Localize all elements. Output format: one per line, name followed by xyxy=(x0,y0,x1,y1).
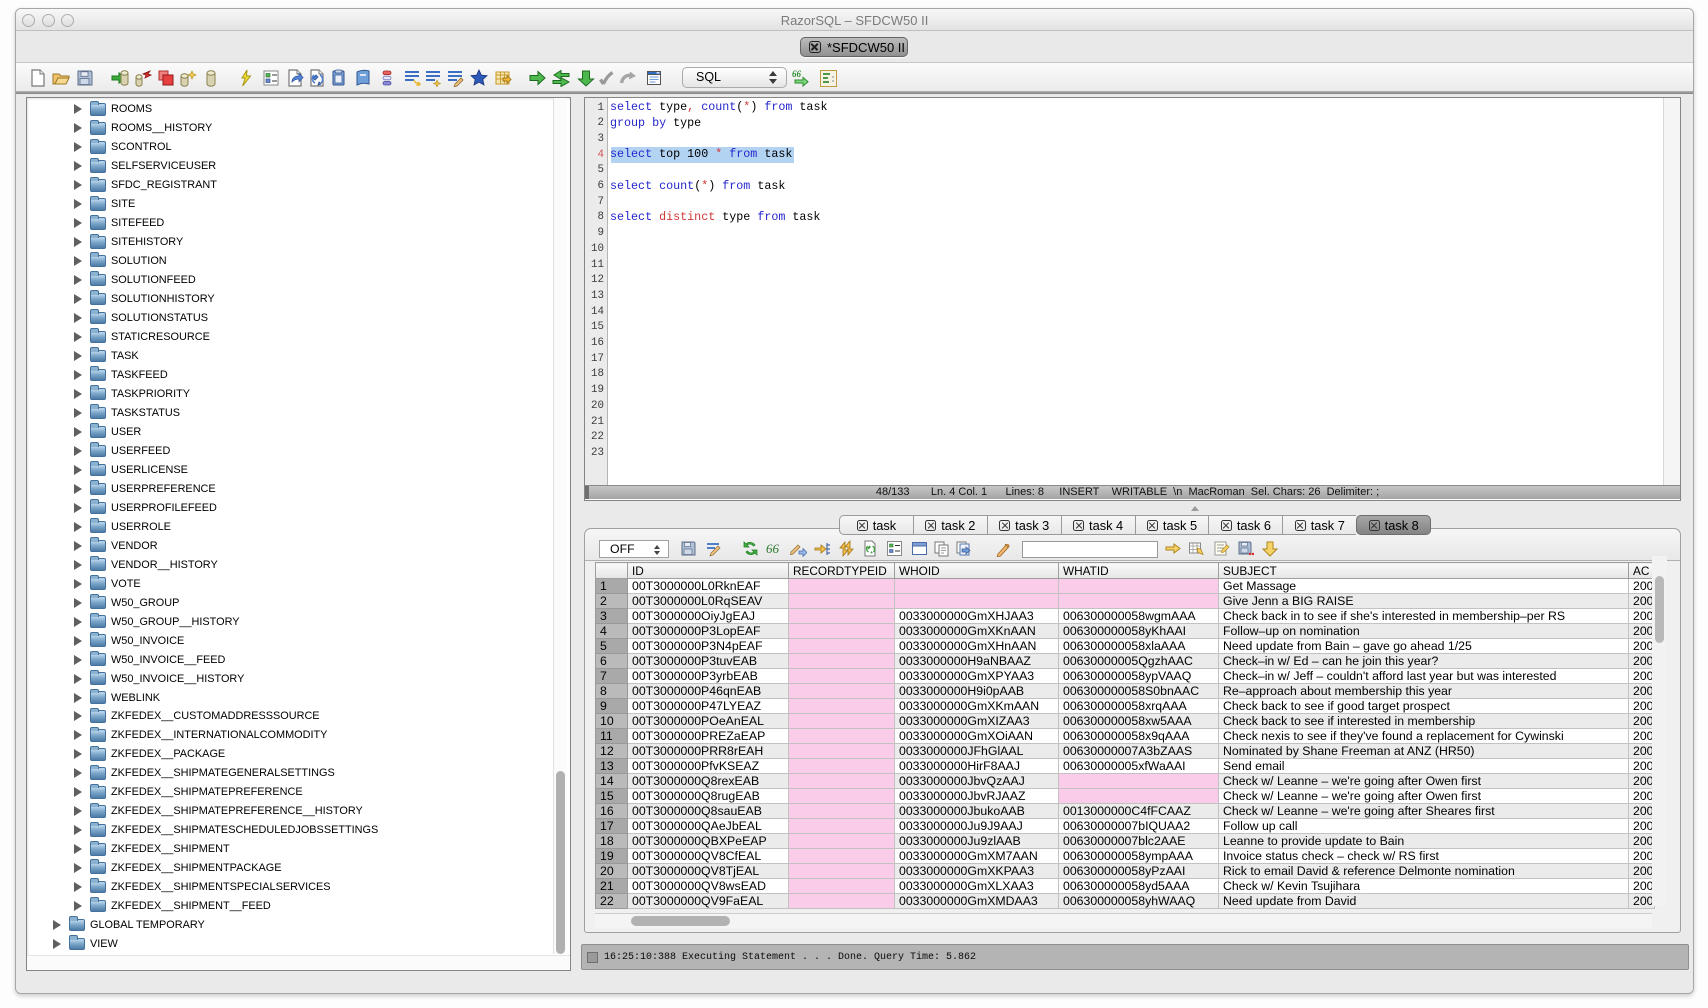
svg-text:66: 66 xyxy=(792,69,802,79)
svg-text:66: 66 xyxy=(766,541,780,556)
